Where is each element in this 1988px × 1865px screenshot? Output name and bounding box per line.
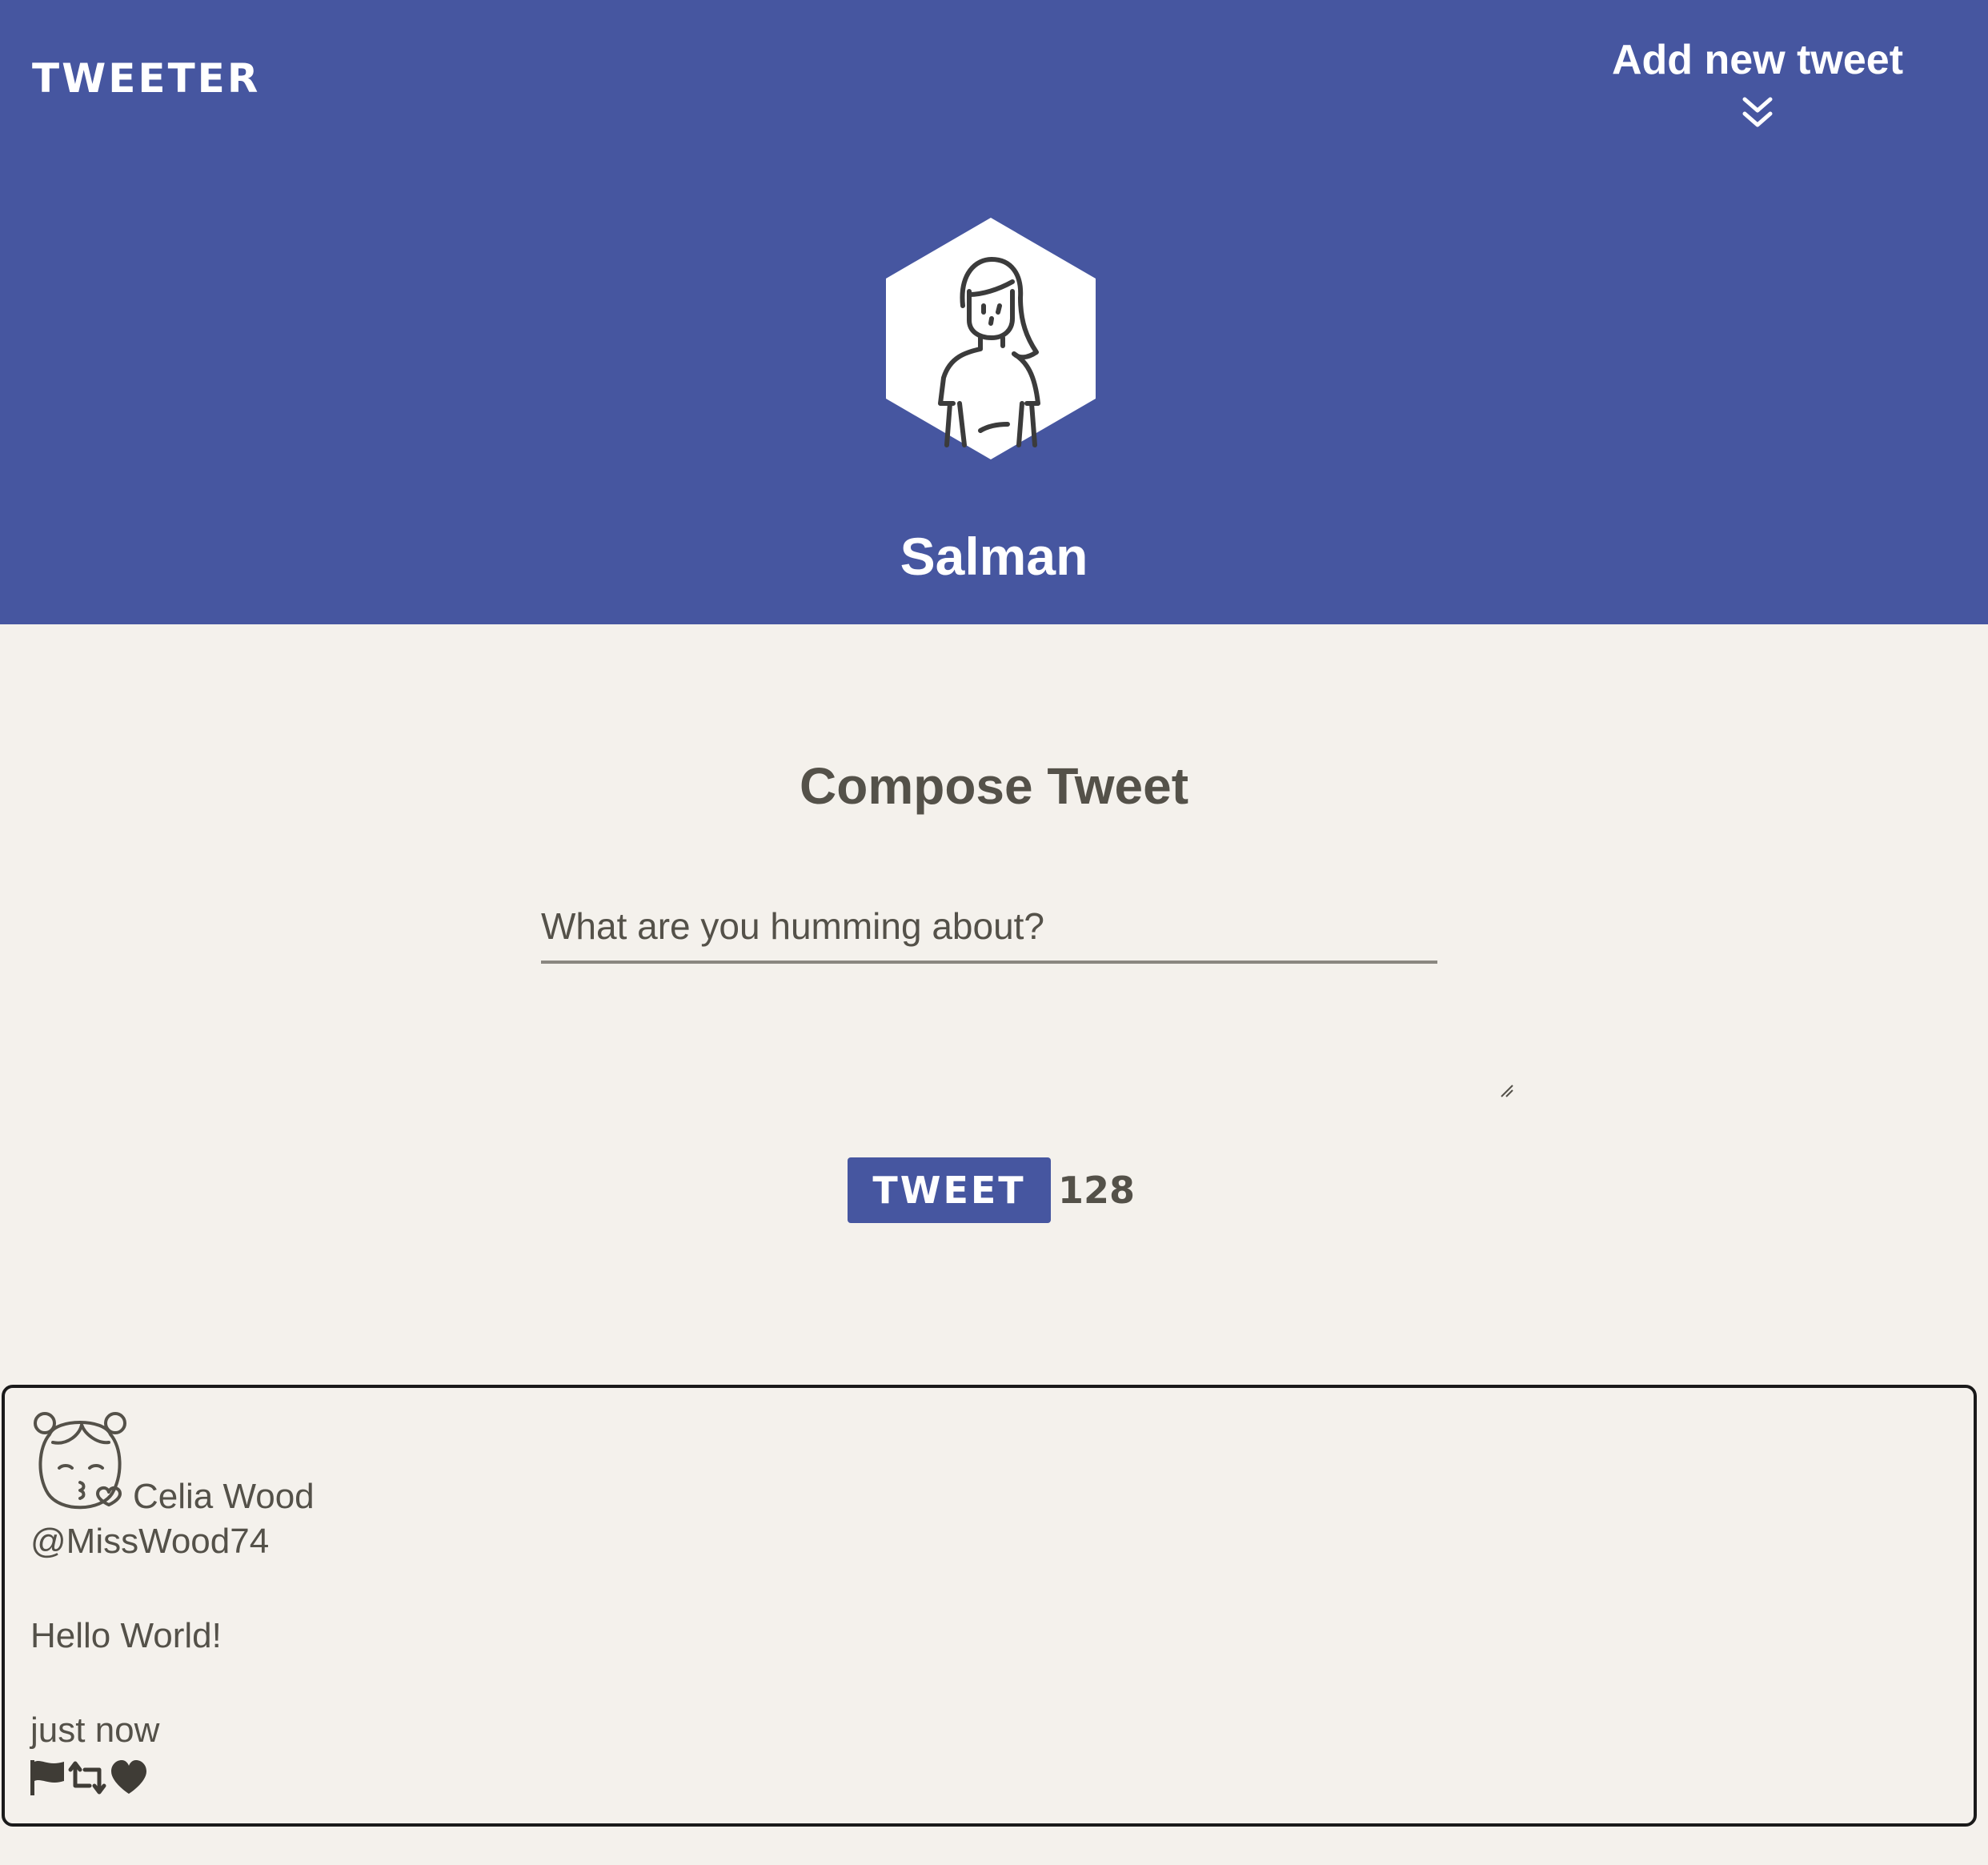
tweet-input[interactable] xyxy=(541,904,1437,964)
char-counter: 128 xyxy=(1058,1169,1136,1212)
textarea-resize-handle[interactable] xyxy=(1498,1082,1514,1098)
tweet-author-handle: @MissWood74 xyxy=(30,1522,270,1561)
tweet-author-name: Celia Wood xyxy=(133,1477,315,1516)
profile-avatar xyxy=(886,218,1096,459)
tweet-text: Hello World! xyxy=(30,1616,222,1655)
add-new-tweet-toggle[interactable]: Add new tweet xyxy=(1589,32,1926,133)
double-chevron-down-icon xyxy=(1742,97,1773,127)
retweet-icon[interactable] xyxy=(67,1759,107,1797)
compose-title: Compose Tweet xyxy=(800,757,1188,815)
add-new-tweet-label: Add new tweet xyxy=(1611,37,1904,83)
tweet-submit-button[interactable]: TWEET xyxy=(848,1157,1051,1223)
kissing-girl-avatar-icon xyxy=(34,1412,126,1510)
tweet-card: Celia Wood @MissWood74 Hello World! just… xyxy=(2,1385,1977,1827)
tweet-timestamp: just now xyxy=(30,1711,160,1750)
flag-icon[interactable] xyxy=(29,1759,66,1797)
brand-logo: TWEETER xyxy=(32,55,261,102)
profile-name: Salman xyxy=(900,527,1088,586)
heart-icon[interactable] xyxy=(109,1759,149,1797)
tweet-actions xyxy=(29,1758,149,1798)
profile-header: TWEETER Add new tweet Salman xyxy=(0,0,1988,624)
